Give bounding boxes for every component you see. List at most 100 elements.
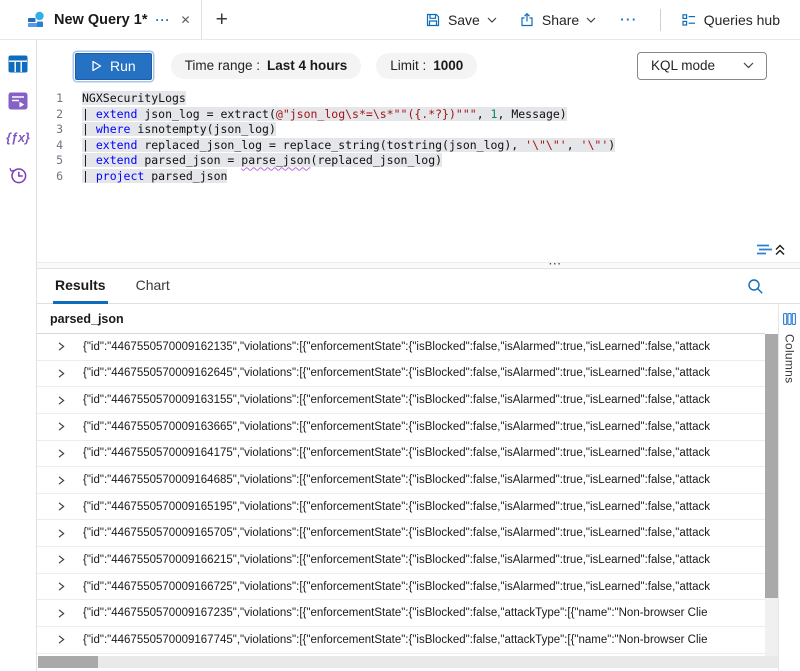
column-header[interactable]: parsed_json [37,304,765,334]
table-row[interactable]: {"id":"4467550570009164685","violations"… [37,467,765,494]
save-button[interactable]: Save [419,8,503,32]
code-line[interactable]: | extend json_log = extract(@"json_log\s… [82,107,615,123]
line-number: 3 [37,122,63,138]
row-json-text: {"id":"4467550570009162135","violations"… [83,341,765,353]
code-line[interactable]: | project parsed_json [82,169,615,185]
header-actions: Save Share ··· Q [419,8,800,32]
table-row[interactable]: {"id":"4467550570009166725","violations"… [37,574,765,601]
new-tab-button[interactable]: + [216,9,228,30]
sidebar-item-history[interactable] [6,164,30,186]
sidebar-item-tables[interactable] [6,53,30,75]
table-row[interactable]: {"id":"4467550570009166215","violations"… [37,547,765,574]
row-expand-chevron-icon[interactable] [56,368,66,379]
time-range-label: Time range : [185,58,260,73]
query-play-icon [8,92,28,110]
editor-code: NGXSecurityLogs| extend json_log = extra… [73,91,615,185]
more-options-button[interactable]: ··· [612,12,646,27]
row-expand-chevron-icon[interactable] [56,475,66,486]
limit-label: Limit : [390,58,426,73]
tab-title: New Query 1* [54,12,148,28]
code-line[interactable]: | extend parsed_json = parse_json(replac… [82,153,615,169]
grid-body: {"id":"4467550570009162135","violations"… [37,334,765,656]
line-number: 1 [37,91,63,107]
adx-logo-icon [26,10,46,30]
history-clock-icon [8,165,28,185]
results-grid: parsed_json {"id":"4467550570009162135",… [37,304,765,656]
limit-value: 1000 [433,58,463,73]
splitter-drag-handle[interactable]: ⋯ [548,257,563,270]
limit-pill[interactable]: Limit : 1000 [376,53,477,79]
sidebar-item-functions[interactable]: {ƒx} [6,127,30,149]
kql-mode-select[interactable]: KQL mode [637,52,767,80]
search-icon [747,278,764,295]
save-chevron-down-icon [487,17,497,23]
line-number: 6 [37,169,63,185]
code-line[interactable]: | extend replaced_json_log = replace_str… [82,138,615,154]
horizontal-scrollbar-thumb[interactable] [38,656,98,668]
editor-footer-actions [754,242,786,257]
main-area: {ƒx} Run [0,40,800,671]
vertical-scrollbar[interactable] [765,334,778,656]
kql-mode-value: KQL mode [651,58,715,73]
row-json-text: {"id":"4467550570009163155","violations"… [83,394,765,406]
tab-close-icon[interactable]: ✕ [181,13,191,27]
row-expand-chevron-icon[interactable] [56,421,66,432]
row-json-text: {"id":"4467550570009165705","violations"… [83,527,765,539]
row-expand-chevron-icon[interactable] [56,501,66,512]
queries-hub-icon [681,12,697,28]
table-row[interactable]: {"id":"4467550570009167745","violations"… [37,627,765,654]
row-json-text: {"id":"4467550570009163665","violations"… [83,421,765,433]
share-chevron-down-icon [586,17,596,23]
row-expand-chevron-icon[interactable] [56,395,66,406]
table-row[interactable]: {"id":"4467550570009162645","violations"… [37,361,765,388]
columns-side-panel[interactable]: Columns [778,304,800,671]
columns-icon [783,313,796,325]
save-label: Save [448,12,480,28]
code-line[interactable]: NGXSecurityLogs [82,91,615,107]
query-tab[interactable]: New Query 1* ··· ✕ [18,0,202,39]
run-label: Run [110,58,136,74]
run-button[interactable]: Run [75,53,152,80]
search-button[interactable] [747,278,764,295]
row-expand-chevron-icon[interactable] [56,581,66,592]
table-row[interactable]: {"id":"4467550570009165195","violations"… [37,494,765,521]
table-row[interactable]: {"id":"4467550570009163155","violations"… [37,387,765,414]
table-row[interactable]: {"id":"4467550570009163665","violations"… [37,414,765,441]
vertical-scrollbar-thumb[interactable] [765,334,778,598]
table-row[interactable]: {"id":"4467550570009165705","violations"… [37,520,765,547]
save-icon [425,12,441,28]
query-toolbar: Run Time range : Last 4 hours Limit : 10… [37,40,800,86]
header-divider [660,9,661,31]
share-button[interactable]: Share [513,8,602,32]
collapse-editor-button[interactable] [754,242,786,257]
row-expand-chevron-icon[interactable] [56,634,66,645]
code-line[interactable]: | where isnotempty(json_log) [82,122,615,138]
line-number: 5 [37,153,63,169]
queries-hub-label: Queries hub [704,12,780,28]
query-editor[interactable]: 123456 NGXSecurityLogs| extend json_log … [37,91,800,185]
row-expand-chevron-icon[interactable] [56,448,66,459]
row-json-text: {"id":"4467550570009166725","violations"… [83,581,765,593]
time-range-pill[interactable]: Time range : Last 4 hours [171,53,362,79]
table-row[interactable]: {"id":"4467550570009162135","violations"… [37,334,765,361]
table-row[interactable]: {"id":"4467550570009167235","violations"… [37,600,765,627]
tab-chart[interactable]: Chart [134,269,172,304]
results-panel: Results Chart parsed_json {"id":"4467550… [37,269,800,671]
tab-results[interactable]: Results [53,269,108,304]
panel-splitter[interactable]: ⋯ [37,262,800,269]
queries-hub-button[interactable]: Queries hub [675,8,786,32]
tab-more-icon[interactable]: ··· [156,13,171,27]
tab-bar: New Query 1* ··· ✕ + Save Share [0,0,800,40]
editor-gutter: 123456 [37,91,73,185]
row-expand-chevron-icon[interactable] [56,341,66,352]
table-row[interactable]: {"id":"4467550570009164175","violations"… [37,441,765,468]
query-panel: Run Time range : Last 4 hours Limit : 10… [37,40,800,262]
row-expand-chevron-icon[interactable] [56,554,66,565]
collapse-lines-chevrons-icon [754,242,786,257]
row-expand-chevron-icon[interactable] [56,528,66,539]
line-number: 2 [37,107,63,123]
row-expand-chevron-icon[interactable] [56,608,66,619]
results-tab-bar: Results Chart [37,269,800,304]
horizontal-scrollbar[interactable] [38,656,778,668]
sidebar-item-queries[interactable] [6,90,30,112]
